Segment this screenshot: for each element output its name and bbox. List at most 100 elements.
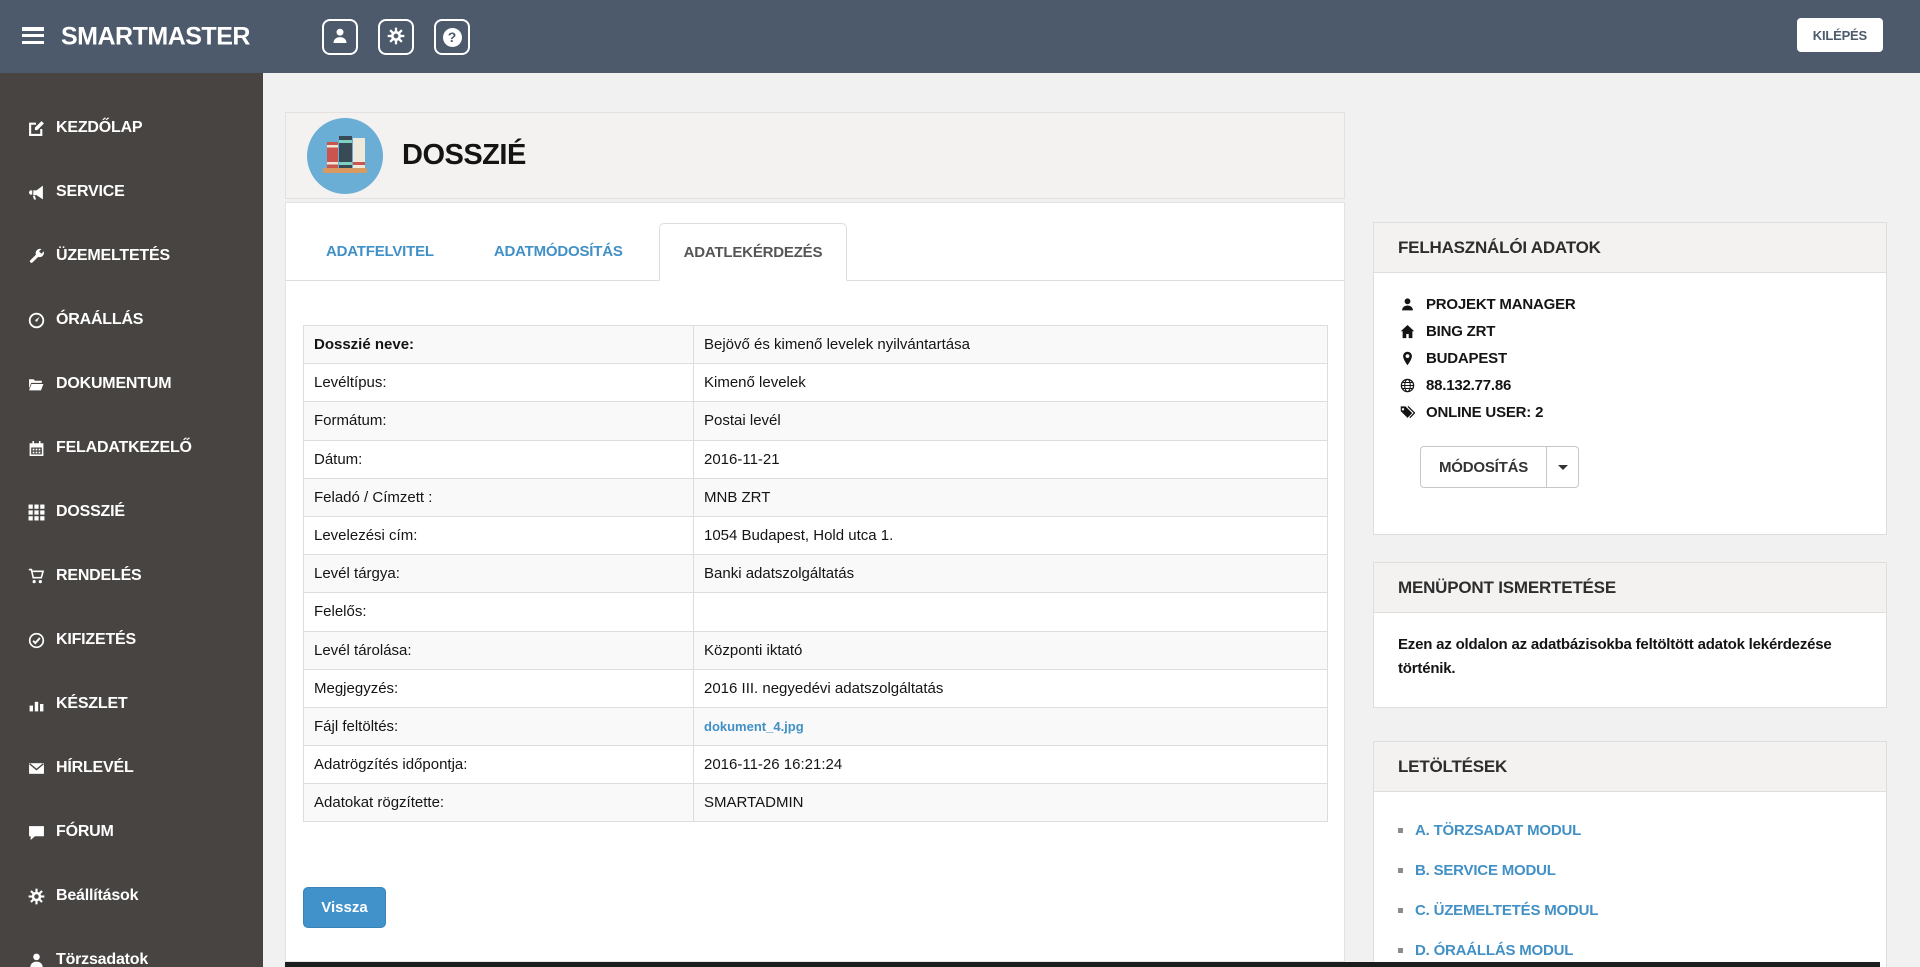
sidebar-item-rendeles[interactable]: RENDELÉS: [0, 544, 263, 608]
menu-info-panel-title: MENÜPONT ISMERTETÉSE: [1398, 577, 1616, 597]
table-row: Levelezési cím: 1054 Budapest, Hold utca …: [304, 516, 1327, 556]
sidebar-item-uzemeltetes[interactable]: ÜZEMELTETÉS: [0, 224, 263, 288]
profile-button[interactable]: [322, 19, 358, 55]
gear-icon: [387, 27, 405, 48]
check-circle-icon: [26, 632, 46, 649]
download-link-service[interactable]: B. SERVICE MODUL: [1415, 862, 1556, 879]
user-icon: [1398, 297, 1416, 312]
topbar: SMARTMASTER ? KILÉPÉS: [0, 0, 1920, 73]
table-row: Formátum: Postai levél: [304, 402, 1327, 441]
modify-dropdown-toggle[interactable]: [1546, 447, 1578, 487]
tabs: ADATFELVITEL ADATMÓDOSÍTÁS ADATLEKÉRDEZÉ…: [286, 203, 1344, 281]
settings-button[interactable]: [378, 19, 414, 55]
user-info-list: PROJEKT MANAGER BING ZRT BUDAPEST 88.132…: [1398, 291, 1862, 426]
home-icon: [1398, 324, 1416, 339]
table-row: Levél tárgya: Banki adatszolgáltatás: [304, 555, 1327, 594]
grid-icon: [26, 504, 46, 521]
map-marker-icon: [1398, 351, 1416, 366]
list-item: B. SERVICE MODUL: [1398, 850, 1862, 890]
cart-icon: [26, 568, 46, 585]
sidebar-item-oraallas[interactable]: ÓRAÁLLÁS: [0, 288, 263, 352]
table-row: Levéltípus: Kimenő levelek: [304, 364, 1327, 403]
user-icon: [26, 952, 46, 967]
comment-icon: [26, 824, 46, 841]
tags-icon: [1398, 405, 1416, 420]
sidebar-item-forum[interactable]: FÓRUM: [0, 800, 263, 864]
logout-button[interactable]: KILÉPÉS: [1796, 18, 1883, 52]
table-row: Adatokat rögzítette: SMARTADMIN: [304, 784, 1327, 823]
downloads-panel-title: LETÖLTÉSEK: [1398, 756, 1508, 776]
table-row: Megjegyzés: 2016 III. negyedévi adatszolg…: [304, 669, 1327, 708]
user-icon: [331, 27, 349, 48]
main-card: ADATFELVITEL ADATMÓDOSÍTÁS ADATLEKÉRDEZÉ…: [285, 202, 1345, 962]
app-root: SMARTMASTER ? KILÉPÉS KEZDŐLAP SERVICE Ü…: [0, 0, 1920, 967]
downloads-panel-header: LETÖLTÉSEK: [1374, 742, 1886, 792]
envelope-icon: [26, 760, 46, 777]
sidebar-item-beallitasok[interactable]: Beállítások: [0, 864, 263, 928]
list-item: BING ZRT: [1398, 318, 1862, 345]
list-item: BUDAPEST: [1398, 345, 1862, 372]
bullet-icon: [1398, 907, 1403, 913]
file-link[interactable]: dokument_4.jpg: [704, 719, 804, 734]
back-button[interactable]: Vissza: [303, 887, 386, 929]
user-panel-title: FELHASZNÁLÓI ADATOK: [1398, 237, 1601, 257]
record-table: Dosszié neve: Bejövő és kimenő levelek ny…: [303, 325, 1328, 823]
topbar-toolbar: ?: [322, 19, 470, 55]
sidebar-item-kezdolap[interactable]: KEZDŐLAP: [0, 96, 263, 160]
table-row: Fájl feltöltés: dokument_4.jpg: [304, 707, 1327, 747]
right-column: FELHASZNÁLÓI ADATOK PROJEKT MANAGER BING…: [1373, 222, 1887, 967]
sidebar-item-keszlet[interactable]: KÉSZLET: [0, 672, 263, 736]
footer-bar: [285, 962, 1880, 967]
modify-button[interactable]: MÓDOSÍTÁS: [1421, 447, 1546, 487]
downloads-list: A. TÖRZSADAT MODUL B. SERVICE MODUL C. Ü…: [1398, 810, 1862, 967]
sidebar-item-torzsadatok[interactable]: Törzsadatok: [0, 928, 263, 967]
tab-adatfelvitel[interactable]: ADATFELVITEL: [302, 222, 458, 280]
calendar-icon: [26, 440, 46, 457]
table-row: Adatrögzítés időpontja: 2016-11-26 16:21:…: [304, 746, 1327, 785]
sidebar-item-service[interactable]: SERVICE: [0, 160, 263, 224]
table-row: Felelős:: [304, 593, 1327, 632]
table-row: Feladó / Címzett : MNB ZRT: [304, 478, 1327, 517]
download-link-uzemeltetes[interactable]: C. ÜZEMELTETÉS MODUL: [1415, 902, 1598, 919]
sidebar-item-hirlevel[interactable]: HÍRLEVÉL: [0, 736, 263, 800]
menu-toggle-icon[interactable]: [22, 27, 44, 47]
user-panel: FELHASZNÁLÓI ADATOK PROJEKT MANAGER BING…: [1373, 222, 1887, 535]
bullet-icon: [1398, 867, 1403, 873]
folder-open-icon: [26, 376, 46, 393]
bullhorn-icon: [26, 184, 46, 201]
table-row: Levél tárolása: Központi iktató: [304, 631, 1327, 670]
gauge-icon: [26, 312, 46, 329]
brand-title: SMARTMASTER: [61, 22, 250, 50]
user-panel-header: FELHASZNÁLÓI ADATOK: [1374, 223, 1886, 273]
question-icon: ?: [442, 27, 462, 47]
sidebar-item-dokumentum[interactable]: DOKUMENTUM: [0, 352, 263, 416]
table-row: Dosszié neve: Bejövő és kimenő levelek ny…: [304, 326, 1327, 365]
bar-chart-icon: [26, 696, 46, 713]
sidebar-item-feladatkezelo[interactable]: FELADATKEZELŐ: [0, 416, 263, 480]
bullet-icon: [1398, 827, 1403, 833]
list-item: 88.132.77.86: [1398, 372, 1862, 399]
tab-adatlekerdezes[interactable]: ADATLEKÉRDEZÉS: [658, 223, 848, 281]
globe-icon: [1398, 378, 1416, 393]
edit-icon: [26, 120, 46, 137]
tab-adatmodositas[interactable]: ADATMÓDOSÍTÁS: [470, 222, 647, 280]
list-item: PROJEKT MANAGER: [1398, 291, 1862, 318]
sidebar: KEZDŐLAP SERVICE ÜZEMELTETÉS ÓRAÁLLÁS DO…: [0, 73, 263, 967]
wrench-icon: [26, 248, 46, 265]
bullet-icon: [1398, 947, 1403, 953]
help-button[interactable]: ?: [434, 19, 470, 55]
menu-info-panel-header: MENÜPONT ISMERTETÉSE: [1374, 563, 1886, 613]
gear-icon: [26, 888, 46, 905]
sidebar-item-dosszie[interactable]: DOSSZIÉ: [0, 480, 263, 544]
download-link-torzsadat[interactable]: A. TÖRZSADAT MODUL: [1415, 822, 1581, 839]
page-title: DOSSZIÉ: [402, 139, 526, 171]
sidebar-item-kifizetes[interactable]: KIFIZETÉS: [0, 608, 263, 672]
table-row: Dátum: 2016-11-21: [304, 440, 1327, 479]
download-link-oraallas[interactable]: D. ÓRAÁLLÁS MODUL: [1415, 942, 1573, 959]
books-icon: [307, 117, 383, 194]
modify-button-group: MÓDOSÍTÁS: [1420, 446, 1580, 488]
menu-info-panel: MENÜPONT ISMERTETÉSE Ezen az oldalon az …: [1373, 562, 1887, 708]
caret-down-icon: [1557, 464, 1568, 470]
list-item: A. TÖRZSADAT MODUL: [1398, 810, 1862, 850]
downloads-panel: LETÖLTÉSEK A. TÖRZSADAT MODUL B. SERVICE…: [1373, 741, 1887, 967]
